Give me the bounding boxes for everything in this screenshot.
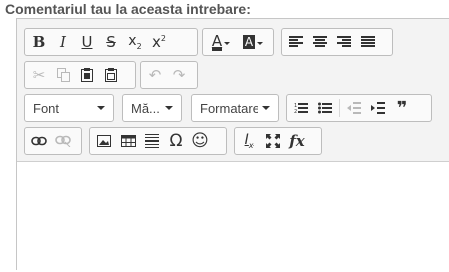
font-combo[interactable]: Font [24,94,114,122]
smiley-icon: ☺ [191,131,209,151]
paste-icon [81,68,93,82]
undo-icon: ↶ [148,66,162,84]
lists-group: 12 ❞ [286,94,432,122]
colors-group: A A [202,28,274,56]
bulleted-list-button[interactable] [313,97,337,119]
paste-text-button[interactable] [99,64,123,86]
indent-button[interactable] [366,97,390,119]
redo-button[interactable]: ↷ [167,64,191,86]
numbered-list-icon: 12 [294,103,308,114]
align-right-icon [337,36,351,47]
align-left-button[interactable] [284,31,308,53]
text-color-button[interactable]: A [205,31,237,53]
paste-button[interactable] [75,64,99,86]
redo-icon: ↷ [172,66,186,84]
remove-format-button[interactable]: Ix [237,130,261,152]
remove-format-icon: Ix [244,132,254,150]
size-combo[interactable]: Mă... [122,94,182,122]
copy-icon [56,68,70,82]
editor-toolbar: B I U S x2 x2 A A ✂ ↶ ↷ Font Mă... Forma… [17,19,449,162]
basic-styles-group: B I U S x2 x2 [24,28,198,56]
maximize-button[interactable] [261,130,285,152]
outdent-icon [347,102,361,114]
chevron-down-icon [262,106,270,110]
separator [339,99,340,117]
underline-icon: U [81,33,93,51]
special-char-button[interactable]: Ω [164,130,188,152]
smiley-button[interactable]: ☺ [188,130,212,152]
format-combo[interactable]: Formatare [191,94,279,122]
italic-icon: I [60,33,66,51]
blockquote-button[interactable]: ❞ [390,97,414,119]
tools-group: Ix fx [234,127,322,155]
bulleted-list-icon [318,102,332,114]
align-left-icon [289,36,303,47]
paste-text-icon [105,68,117,82]
quote-icon: ❞ [396,97,408,119]
undo-button[interactable]: ↶ [143,64,167,86]
cut-icon: ✂ [32,66,46,84]
image-icon [97,135,111,147]
insert-group: Ω ☺ [89,127,227,155]
table-button[interactable] [116,130,140,152]
superscript-icon: x2 [152,33,166,51]
align-center-button[interactable] [308,31,332,53]
size-combo-label: Mă... [131,100,160,116]
maximize-icon [266,134,280,148]
text-color-caret-icon [224,41,231,45]
outdent-button[interactable] [342,97,366,119]
strikethrough-button[interactable]: S [99,31,123,53]
indent-icon [371,102,385,114]
text-color-icon: A [211,31,223,51]
italic-button[interactable]: I [51,31,75,53]
bold-icon: B [32,33,46,51]
subscript-button[interactable]: x2 [123,31,147,53]
strikethrough-icon: S [106,33,116,51]
cut-button[interactable]: ✂ [27,64,51,86]
horizontal-line-icon [145,134,159,148]
chevron-down-icon [97,106,105,110]
chevron-down-icon [165,106,173,110]
links-group [24,127,82,155]
clipboard-group: ✂ [24,61,136,89]
background-color-caret-icon [257,41,264,45]
align-center-icon [313,36,327,47]
link-icon [31,136,47,146]
formula-button[interactable]: fx [285,130,309,152]
background-color-icon: A [242,35,256,49]
undo-redo-group: ↶ ↷ [140,61,198,89]
font-combo-label: Font [33,100,60,116]
copy-button[interactable] [51,64,75,86]
svg-text:2: 2 [294,109,297,114]
subscript-icon: x2 [128,33,142,51]
editor-content-area[interactable] [17,162,449,272]
link-button[interactable] [27,130,51,152]
superscript-button[interactable]: x2 [147,31,171,53]
align-justify-icon [361,36,375,47]
image-button[interactable] [92,130,116,152]
align-right-button[interactable] [332,31,356,53]
unlink-icon [55,135,71,147]
formula-icon: fx [289,132,305,150]
underline-button[interactable]: U [75,31,99,53]
rich-text-editor[interactable]: B I U S x2 x2 A A ✂ ↶ ↷ Font Mă... Forma… [16,18,449,272]
numbered-list-button[interactable]: 12 [289,97,313,119]
comment-label: Comentariul tau la aceasta intrebare: [5,1,251,17]
horizontal-line-button[interactable] [140,130,164,152]
alignment-group [281,28,393,56]
align-justify-button[interactable] [356,31,380,53]
background-color-button[interactable]: A [237,31,269,53]
omega-icon: Ω [169,131,183,151]
unlink-button[interactable] [51,130,75,152]
bold-button[interactable]: B [27,31,51,53]
table-icon [120,135,136,147]
format-combo-label: Formatare [200,100,258,116]
